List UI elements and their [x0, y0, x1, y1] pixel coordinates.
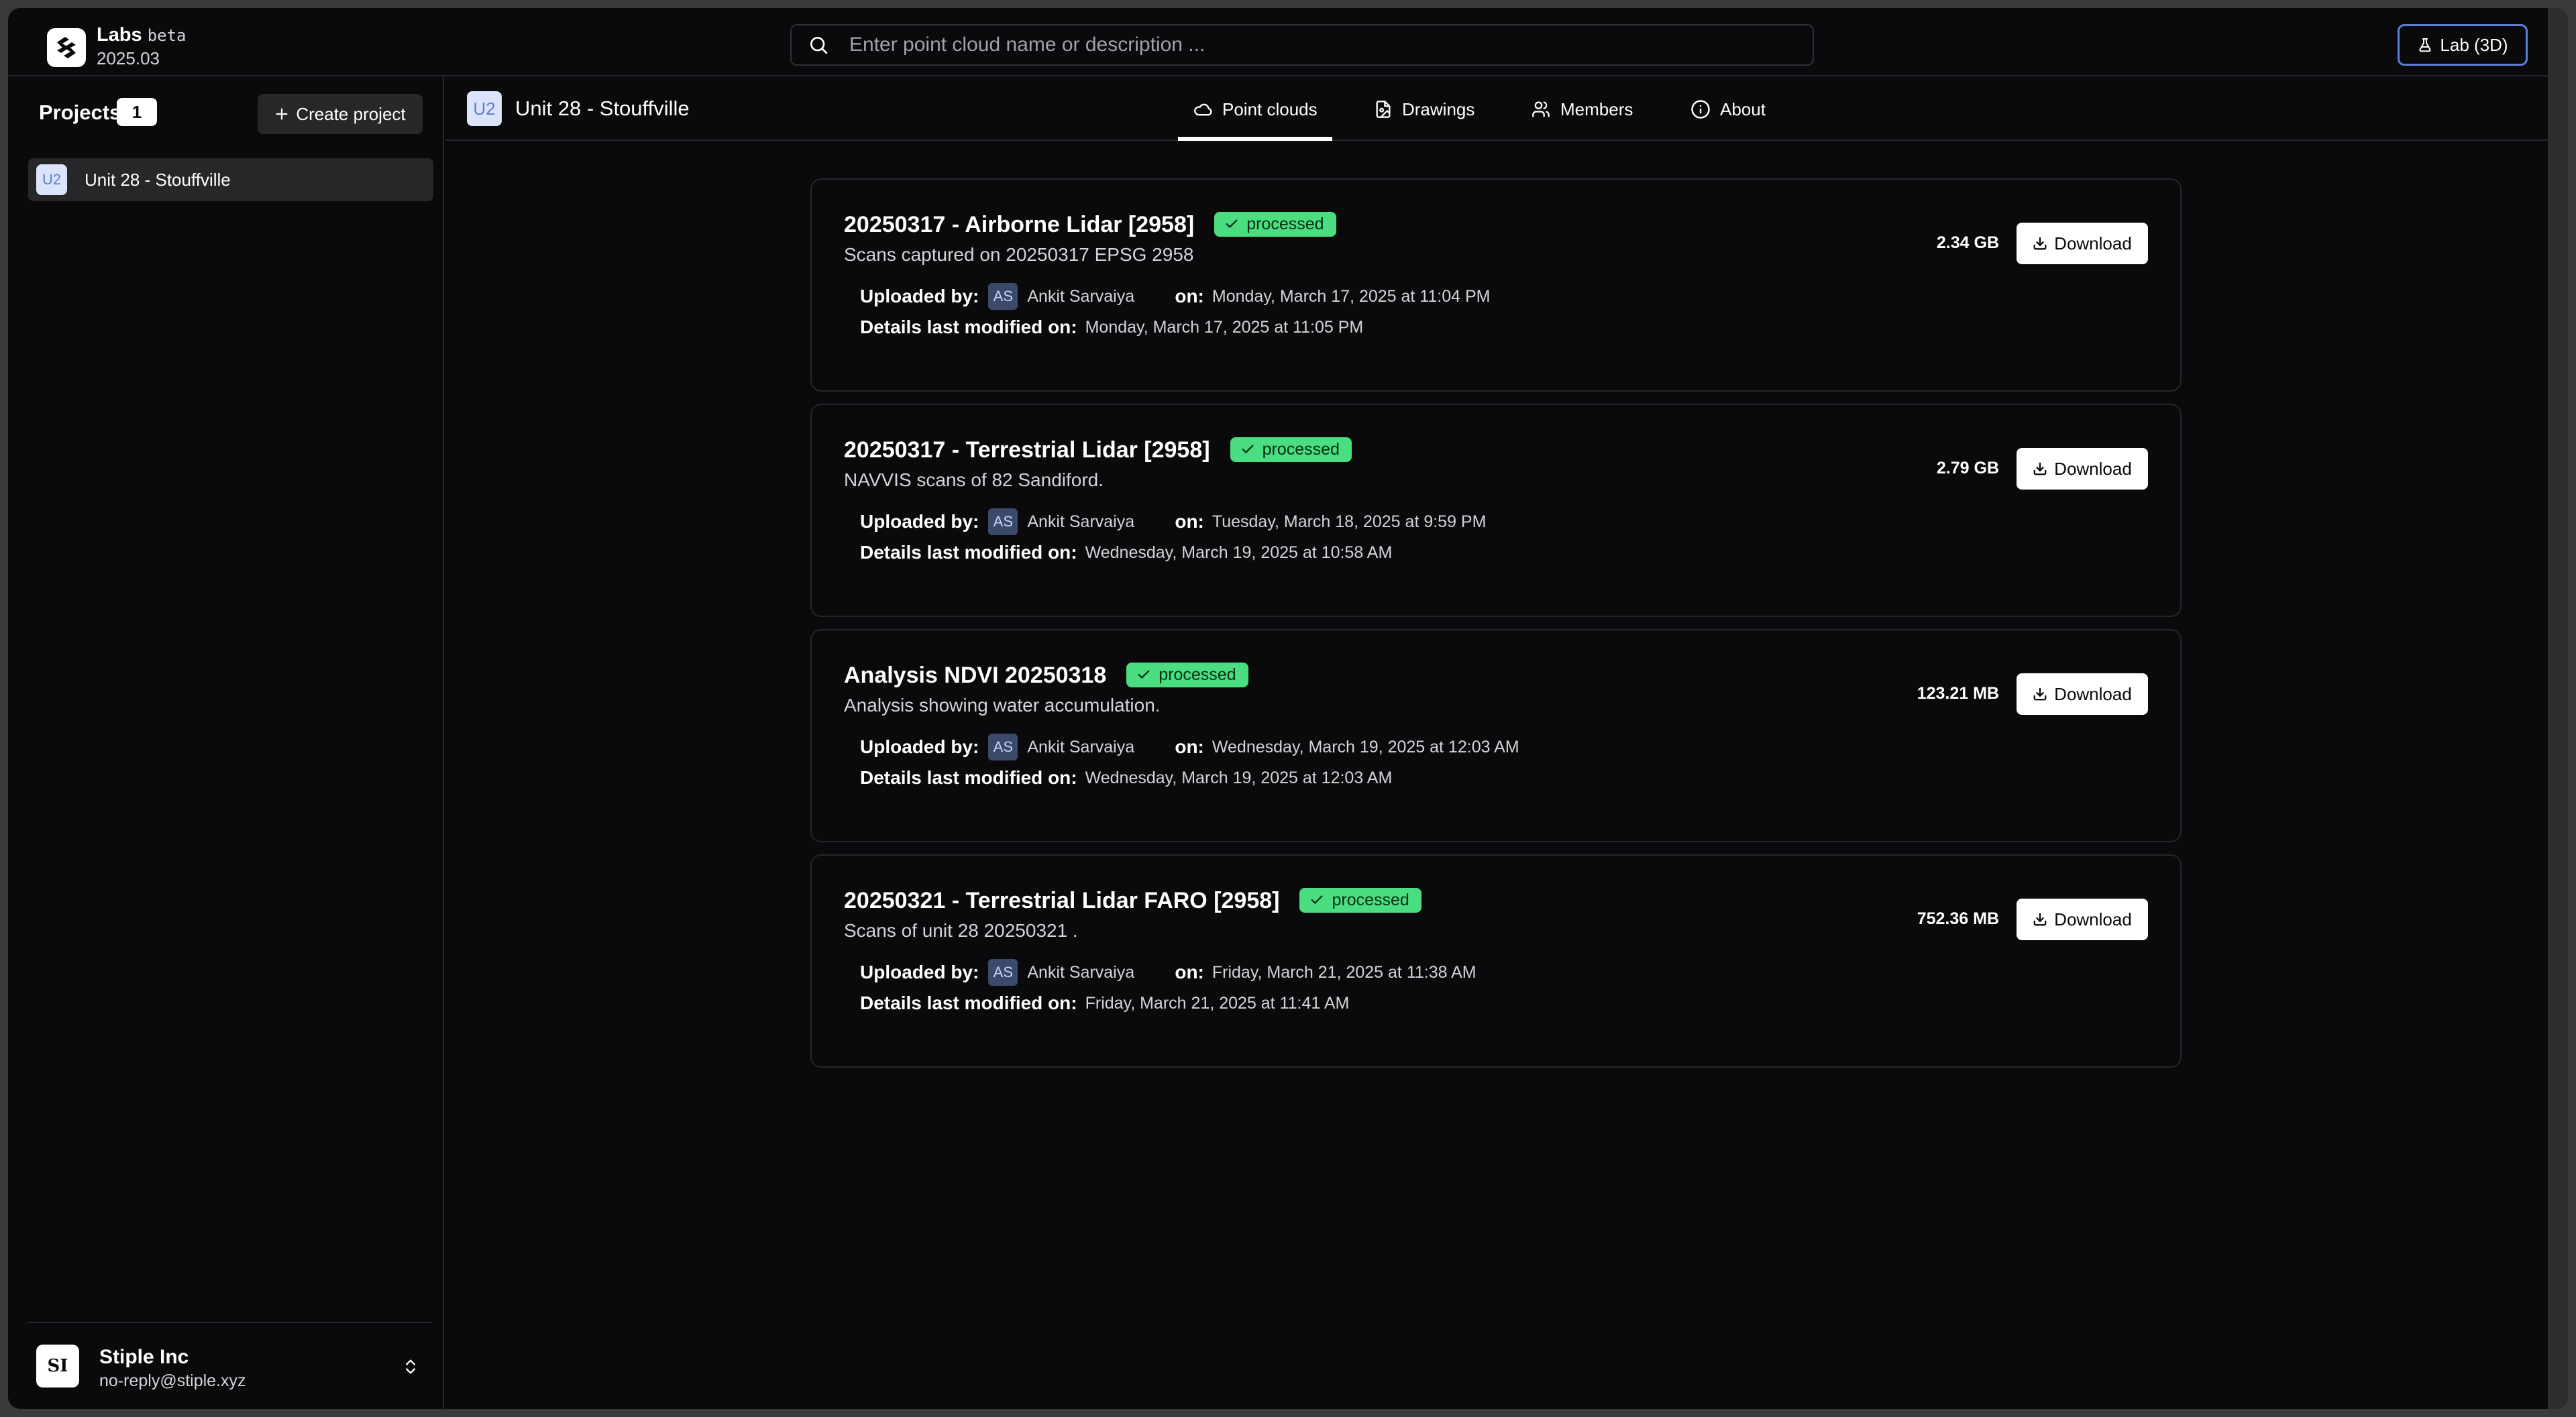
upload-date: Wednesday, March 19, 2025 at 12:03 AM: [1212, 737, 1519, 756]
tab-drawings[interactable]: Drawings: [1374, 90, 1474, 129]
status-badge: processed: [1299, 887, 1421, 913]
org-email: no-reply@stiple.xyz: [99, 1371, 246, 1390]
upload-info: Uploaded by: AS Ankit Sarvaiya on: Wedne…: [860, 734, 1519, 760]
app-name: Labs beta: [97, 24, 186, 46]
uploader-name: Ankit Sarvaiya: [1027, 962, 1135, 982]
pointcloud-card[interactable]: 20250321 - Terrestrial Lidar FARO [2958]…: [810, 854, 2182, 1068]
beta-label: beta: [147, 26, 186, 45]
pointcloud-card[interactable]: 20250317 - Airborne Lidar [2958] processe…: [810, 178, 2182, 392]
modified-info: Details last modified on: Wednesday, Mar…: [860, 542, 1393, 563]
download-icon: [2033, 913, 2047, 926]
tab-label: Point clouds: [1222, 99, 1318, 119]
pointcloud-title: 20250317 - Airborne Lidar [2958] processe…: [844, 211, 1336, 239]
file-size: 2.34 GB: [1936, 233, 1999, 252]
uploader-name: Ankit Sarvaiya: [1027, 512, 1135, 531]
file-size: 752.36 MB: [1917, 909, 1999, 928]
plus-icon: [276, 108, 288, 120]
projects-count-badge: 1: [117, 98, 157, 126]
chevron-up-down-icon: [406, 1359, 415, 1374]
download-button[interactable]: Download: [2017, 673, 2148, 715]
file-size: 2.79 GB: [1936, 459, 1999, 477]
flask-icon: [2419, 38, 2432, 52]
download-button[interactable]: Download: [2017, 223, 2148, 264]
tab-point-clouds[interactable]: Point clouds: [1178, 90, 1332, 141]
uploader-avatar: AS: [988, 283, 1018, 310]
download-icon: [2033, 462, 2047, 475]
uploader-name: Ankit Sarvaiya: [1027, 286, 1135, 306]
status-badge: processed: [1126, 662, 1248, 687]
project-header-avatar: U2: [467, 91, 502, 126]
lab-3d-label: Lab (3D): [2440, 34, 2508, 55]
upload-info: Uploaded by: AS Ankit Sarvaiya on: Monda…: [860, 283, 1490, 310]
tab-label: Members: [1560, 99, 1633, 119]
users-icon: [1532, 101, 1550, 117]
pointcloud-description: Scans captured on 20250317 EPSG 2958: [844, 244, 1194, 265]
window-edge: [2548, 8, 2568, 1409]
file-image-icon: [1376, 101, 1391, 118]
projects-heading: Projects: [39, 101, 121, 124]
pointcloud-card[interactable]: 20250317 - Terrestrial Lidar [2958] proce…: [810, 404, 2182, 617]
check-icon: [1226, 219, 1238, 228]
org-switcher[interactable]: SI Stiple Inc no-reply@stiple.xyz: [27, 1322, 432, 1409]
upload-date: Tuesday, March 18, 2025 at 9:59 PM: [1212, 512, 1487, 531]
org-avatar: SI: [36, 1345, 79, 1387]
uploader-avatar: AS: [988, 508, 1018, 535]
uploader-avatar: AS: [988, 734, 1018, 760]
pointcloud-description: NAVVIS scans of 82 Sandiford.: [844, 469, 1104, 490]
project-title: Unit 28 - Stouffville: [515, 97, 690, 120]
upload-date: Monday, March 17, 2025 at 11:04 PM: [1212, 286, 1491, 306]
app-window: Labsbeta 2025.03 Lab (3D) Projects 1 Cre…: [8, 8, 2568, 1409]
info-icon: [1691, 100, 1710, 119]
app-logo[interactable]: [47, 28, 86, 67]
check-icon: [1311, 895, 1323, 904]
cloud-icon: [1194, 103, 1212, 116]
sidebar-item-label: Unit 28 - Stouffville: [85, 169, 231, 190]
download-button[interactable]: Download: [2017, 899, 2148, 940]
tab-label: About: [1720, 99, 1766, 119]
modified-date: Wednesday, March 19, 2025 at 10:58 AM: [1085, 543, 1393, 562]
download-icon: [2033, 687, 2047, 701]
sidebar-item-project[interactable]: U2 Unit 28 - Stouffville: [28, 158, 433, 201]
modified-date: Friday, March 21, 2025 at 11:41 AM: [1085, 993, 1350, 1013]
pointcloud-title: Analysis NDVI 20250318 processed: [844, 662, 1248, 689]
pointcloud-description: Analysis showing water accumulation.: [844, 695, 1161, 716]
create-project-button[interactable]: Create project: [258, 94, 423, 134]
download-icon: [2033, 237, 2047, 250]
logo-icon: [57, 37, 76, 58]
uploader-name: Ankit Sarvaiya: [1027, 737, 1135, 756]
uploader-avatar: AS: [988, 959, 1018, 986]
tab-label: Drawings: [1402, 99, 1475, 119]
tab-members[interactable]: Members: [1531, 90, 1633, 129]
project-avatar: U2: [36, 164, 67, 195]
modified-info: Details last modified on: Monday, March …: [860, 317, 1364, 337]
pointcloud-card[interactable]: Analysis NDVI 20250318 processed Analysis…: [810, 629, 2182, 842]
app-version: 2025.03: [97, 48, 160, 68]
file-size: 123.21 MB: [1917, 684, 1999, 703]
pointcloud-title: 20250321 - Terrestrial Lidar FARO [2958]…: [844, 887, 1421, 915]
lab-3d-button[interactable]: Lab (3D): [2398, 24, 2528, 66]
top-bar: Labsbeta 2025.03 Lab (3D): [8, 8, 2548, 76]
modified-info: Details last modified on: Wednesday, Mar…: [860, 767, 1393, 788]
status-badge: processed: [1214, 211, 1336, 237]
modified-date: Monday, March 17, 2025 at 11:05 PM: [1085, 317, 1364, 337]
status-badge: processed: [1230, 437, 1352, 462]
project-header: U2 Unit 28 - Stouffville Point clouds Dr…: [445, 76, 2548, 141]
pointcloud-title: 20250317 - Terrestrial Lidar [2958] proce…: [844, 437, 1352, 464]
check-icon: [1242, 445, 1254, 453]
modified-date: Wednesday, March 19, 2025 at 12:03 AM: [1085, 768, 1393, 787]
search-bar[interactable]: [790, 24, 1814, 66]
upload-info: Uploaded by: AS Ankit Sarvaiya on: Tuesd…: [860, 508, 1486, 535]
upload-date: Friday, March 21, 2025 at 11:38 AM: [1212, 962, 1477, 982]
modified-info: Details last modified on: Friday, March …: [860, 993, 1350, 1013]
sidebar: Projects 1 Create project U2 Unit 28 - S…: [8, 76, 444, 1409]
pointcloud-description: Scans of unit 28 20250321 .: [844, 920, 1078, 941]
search-icon: [810, 37, 828, 54]
download-button[interactable]: Download: [2017, 448, 2148, 490]
tab-about[interactable]: About: [1690, 90, 1766, 129]
check-icon: [1138, 670, 1150, 679]
org-name: Stiple Inc: [99, 1346, 189, 1368]
search-input[interactable]: [849, 34, 1813, 56]
create-project-label: Create project: [296, 103, 406, 124]
upload-info: Uploaded by: AS Ankit Sarvaiya on: Frida…: [860, 959, 1477, 986]
